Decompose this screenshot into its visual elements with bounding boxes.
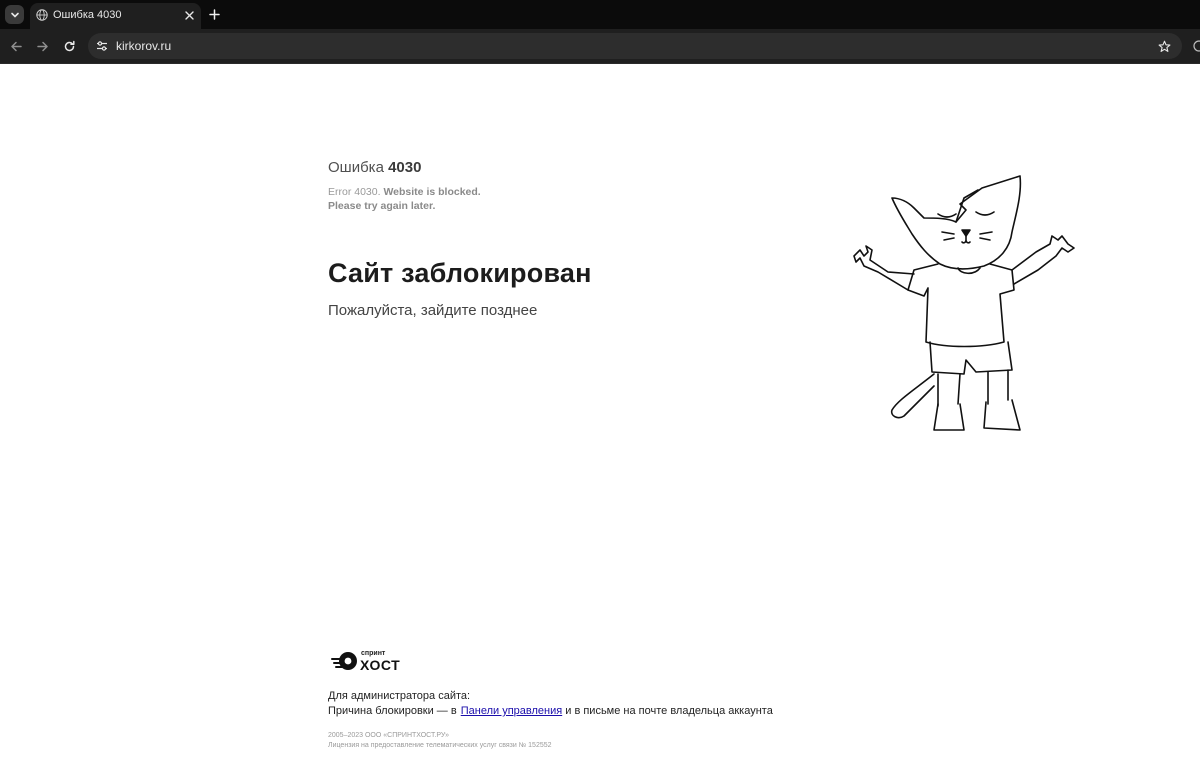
address-bar[interactable]: kirkorov.ru bbox=[88, 33, 1182, 59]
star-icon bbox=[1158, 40, 1170, 52]
arrow-left-icon bbox=[10, 41, 22, 51]
tab-search-button[interactable] bbox=[5, 5, 24, 24]
globe-icon bbox=[36, 9, 48, 21]
copyright-line-1: 2005–2023 ООО «СПРИНТХОСТ.РУ» bbox=[328, 732, 449, 739]
error-number: 4030 bbox=[388, 159, 422, 176]
rocket-logo-icon bbox=[331, 652, 357, 670]
copyright-line-2: Лицензия на предоставление телематически… bbox=[328, 742, 552, 749]
page-subtitle: Пожалуйста, зайдите позднее bbox=[328, 302, 538, 319]
block-reason-prefix: Причина блокировки — в bbox=[328, 705, 457, 717]
close-icon bbox=[184, 10, 194, 20]
logo-text-bottom: ХОСТ bbox=[360, 657, 401, 673]
error-en-try-later: Please try again later. bbox=[328, 200, 436, 212]
tab-title: Ошибка 4030 bbox=[53, 9, 122, 21]
new-tab-button[interactable] bbox=[207, 7, 221, 21]
error-label: Ошибка bbox=[328, 159, 384, 176]
control-panel-link[interactable]: Панели управления bbox=[461, 705, 562, 717]
extension-icon[interactable] bbox=[1191, 38, 1200, 54]
tune-icon bbox=[97, 41, 107, 51]
back-button[interactable] bbox=[8, 38, 24, 54]
logo-text-top: спринт bbox=[361, 650, 386, 657]
sprinthost-logo[interactable]: спринт ХОСТ bbox=[330, 648, 410, 674]
tab-bar: Ошибка 4030 bbox=[0, 0, 1200, 29]
reload-icon bbox=[64, 40, 75, 51]
copyright: 2005–2023 ООО «СПРИНТХОСТ.РУ» Лицензия н… bbox=[328, 731, 552, 751]
bookmark-button[interactable] bbox=[1156, 38, 1172, 54]
cat-shrug-illustration bbox=[853, 175, 1075, 431]
forward-button[interactable] bbox=[34, 38, 50, 54]
error-en-prefix: Error 4030. bbox=[328, 186, 381, 198]
browser-toolbar: kirkorov.ru bbox=[0, 29, 1200, 64]
arrow-right-icon bbox=[36, 41, 48, 51]
tab-active[interactable]: Ошибка 4030 bbox=[30, 3, 201, 29]
url-text: kirkorov.ru bbox=[116, 39, 172, 53]
plus-icon bbox=[208, 8, 220, 20]
page-content: Ошибка 4030 Error 4030. Website is block… bbox=[0, 64, 1200, 766]
error-en-blocked: Website is blocked. bbox=[383, 186, 481, 198]
error-english: Error 4030. Website is blocked. Please t… bbox=[328, 185, 481, 213]
page-title: Сайт заблокирован bbox=[328, 258, 592, 288]
site-info-button[interactable] bbox=[94, 38, 110, 54]
block-reason: Причина блокировки — в Панели управления … bbox=[328, 705, 773, 717]
close-tab-button[interactable] bbox=[182, 8, 196, 22]
error-code: Ошибка 4030 bbox=[328, 159, 421, 176]
block-reason-suffix: и в письме на почте владельца аккаунта bbox=[565, 705, 773, 717]
admin-title: Для администратора сайта: bbox=[328, 690, 471, 702]
reload-button[interactable] bbox=[61, 38, 77, 54]
chevron-down-icon bbox=[10, 12, 19, 18]
